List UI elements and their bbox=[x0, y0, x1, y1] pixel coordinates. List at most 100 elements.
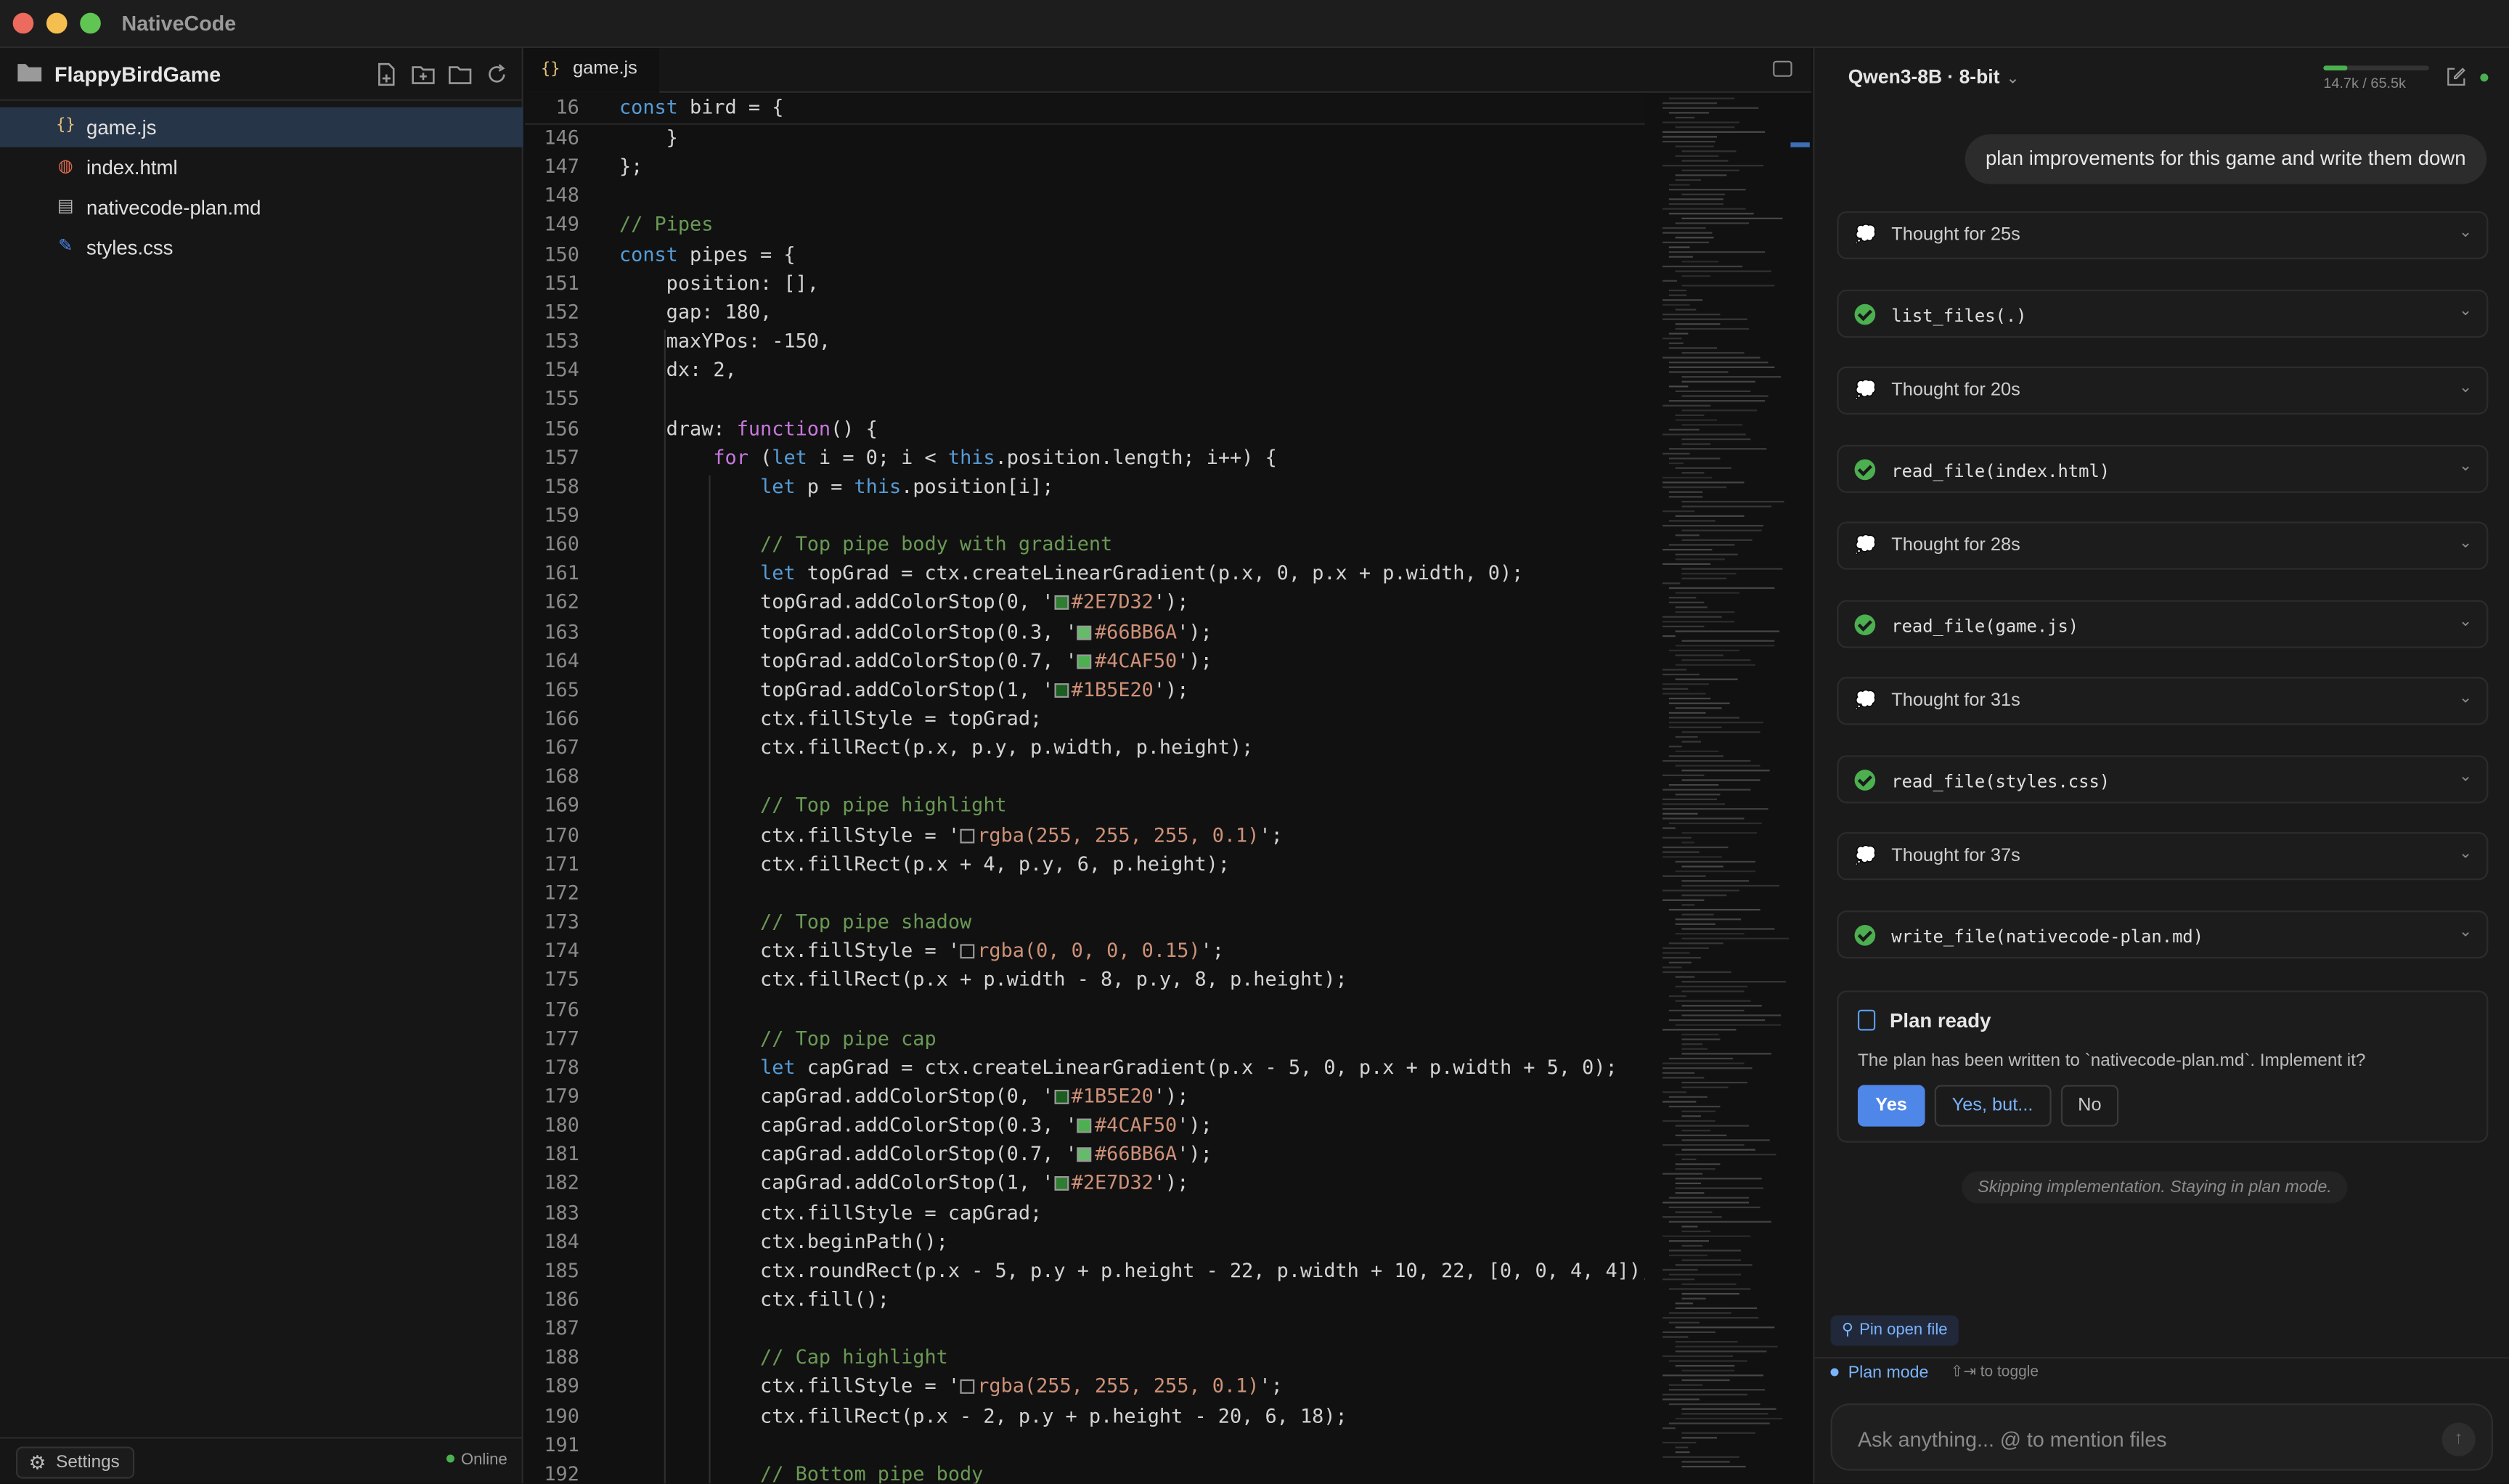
minimap-line bbox=[1681, 1005, 1762, 1007]
mode-bar: Plan mode ⇧⇥ to toggle bbox=[1814, 1357, 2509, 1386]
tab-game-js[interactable]: {} game.js bbox=[524, 48, 660, 93]
minimap-line bbox=[1663, 846, 1729, 849]
file-name: index.html bbox=[86, 155, 178, 179]
minimap-line bbox=[1681, 424, 1743, 426]
minimap-line bbox=[1663, 688, 1689, 690]
file-item[interactable]: ✎ styles.css bbox=[0, 227, 523, 267]
minimap-line bbox=[1681, 193, 1726, 195]
minimap-line bbox=[1681, 1115, 1701, 1117]
tool-call-step[interactable]: read_file(index.html) ⌄ bbox=[1837, 444, 2489, 492]
minimap-line bbox=[1681, 1038, 1721, 1040]
minimap-line bbox=[1681, 1081, 1747, 1084]
yes-button[interactable]: Yes bbox=[1857, 1085, 1925, 1127]
minimap-line bbox=[1681, 375, 1782, 378]
minimap-line bbox=[1681, 841, 1695, 844]
minimap-line bbox=[1681, 731, 1761, 733]
step-label: Thought for 37s bbox=[1891, 846, 2020, 866]
yes-but-button[interactable]: Yes, but... bbox=[1934, 1085, 2051, 1127]
minimap-line bbox=[1663, 232, 1713, 234]
file-item[interactable]: ▤ nativecode-plan.md bbox=[0, 187, 523, 227]
code-line: 155 bbox=[525, 388, 1645, 417]
js-file-icon: {} bbox=[56, 116, 76, 135]
minimap-line bbox=[1663, 510, 1695, 513]
chat-input[interactable] bbox=[1857, 1422, 2402, 1455]
code-area[interactable]: 16 const bird = {146 } 147}; 148 149// Pipes… bbox=[524, 94, 1645, 1484]
file-item[interactable]: {} game.js bbox=[0, 107, 523, 147]
code-text: dx: 2, bbox=[619, 359, 737, 381]
minimize-window-button[interactable] bbox=[46, 12, 68, 34]
chevron-down-icon: ⌄ bbox=[2458, 224, 2473, 242]
minimap-line bbox=[1681, 1259, 1742, 1261]
pin-icon: ⚲ bbox=[1841, 1321, 1854, 1340]
indent-guide bbox=[664, 330, 666, 1484]
minimap-line bbox=[1681, 472, 1705, 474]
close-window-button[interactable] bbox=[12, 12, 34, 34]
minimap-line bbox=[1663, 836, 1692, 839]
minimap[interactable] bbox=[1652, 94, 1812, 1484]
minimap-line bbox=[1668, 189, 1746, 191]
minimap-line bbox=[1681, 1033, 1719, 1036]
plan-text: The plan has been written to `nativecode… bbox=[1857, 1051, 2366, 1071]
thought-step[interactable]: 💭 Thought for 25s ⌄ bbox=[1837, 211, 2489, 260]
code-line: 190 ctx.fillRect(p.x - 2, p.y + p.height… bbox=[525, 1404, 1645, 1433]
context-bar-fill bbox=[2323, 65, 2347, 70]
plan-title: Plan ready bbox=[1890, 1009, 1991, 1032]
thought-step[interactable]: 💭 Thought for 31s ⌄ bbox=[1837, 677, 2489, 725]
pin-label: Pin open file bbox=[1859, 1321, 1948, 1340]
tool-call-step[interactable]: list_files(.) ⌄ bbox=[1837, 288, 2489, 337]
thought-step[interactable]: 💭 Thought for 28s ⌄ bbox=[1837, 521, 2489, 570]
no-button[interactable]: No bbox=[2060, 1085, 2119, 1127]
plan-mode-toggle[interactable]: Plan mode bbox=[1830, 1363, 1928, 1382]
new-file-icon[interactable] bbox=[373, 61, 400, 88]
line-number: 171 bbox=[544, 852, 579, 876]
settings-button[interactable]: ⚙ Settings bbox=[16, 1446, 134, 1479]
minimap-line bbox=[1675, 654, 1723, 656]
line-number: 183 bbox=[544, 1201, 579, 1224]
status-text: Online bbox=[460, 1451, 507, 1469]
new-chat-icon[interactable] bbox=[2447, 68, 2465, 86]
minimap-viewport[interactable] bbox=[1790, 142, 1810, 147]
minimap-line bbox=[1675, 794, 1721, 796]
code-line: 187 bbox=[525, 1317, 1645, 1346]
pin-open-file-button[interactable]: ⚲ Pin open file bbox=[1830, 1315, 1959, 1346]
minimap-line bbox=[1675, 918, 1742, 921]
thought-step[interactable]: 💭 Thought for 37s ⌄ bbox=[1837, 832, 2489, 881]
tool-call-step[interactable]: write_file(nativecode-plan.md) ⌄ bbox=[1837, 910, 2489, 958]
tool-call-step[interactable]: read_file(styles.css) ⌄ bbox=[1837, 754, 2489, 803]
code-line: 178 let capGrad = ctx.createLinearGradie… bbox=[525, 1056, 1645, 1085]
file-item[interactable]: ◍ index.html bbox=[0, 147, 523, 187]
minimap-line bbox=[1668, 333, 1689, 335]
tool-call-step[interactable]: read_file(game.js) ⌄ bbox=[1837, 599, 2489, 648]
code-text: // Top pipe highlight bbox=[619, 794, 1007, 818]
model-selector[interactable]: Qwen3-8B · 8-bit ⌄ bbox=[1848, 65, 2020, 88]
code-line: 189 ctx.fillStyle = ' rgba(255, 255, 255,… bbox=[525, 1375, 1645, 1404]
minimap-line bbox=[1668, 371, 1729, 373]
minimap-line bbox=[1668, 597, 1697, 599]
minimap-line bbox=[1668, 1422, 1770, 1424]
file-name: game.js bbox=[86, 115, 157, 139]
code-text: capGrad.addColorStop(0, ' #1B5E20'); bbox=[619, 1085, 1189, 1108]
minimap-line bbox=[1663, 1067, 1753, 1069]
line-number: 175 bbox=[544, 969, 579, 992]
code-text: let topGrad = ctx.createLinearGradient(p… bbox=[760, 562, 1524, 585]
maximize-window-button[interactable] bbox=[80, 12, 101, 34]
minimap-line bbox=[1668, 1255, 1708, 1257]
code-line: 179 capGrad.addColorStop(0, ' #1B5E20'); bbox=[525, 1085, 1645, 1114]
new-folder-icon[interactable] bbox=[409, 61, 436, 88]
thought-bubble-icon: 💭 bbox=[1854, 536, 1877, 555]
thought-step[interactable]: 💭 Thought for 20s ⌄ bbox=[1837, 366, 2489, 415]
code-editor: {} game.js 16 const bird = {146 } 147}; 148… bbox=[524, 48, 1812, 1484]
mode-label: Plan mode bbox=[1848, 1363, 1929, 1383]
line-number: 173 bbox=[544, 910, 579, 934]
connection-status: Online bbox=[446, 1451, 507, 1469]
refresh-icon[interactable] bbox=[484, 61, 510, 88]
code-text: ctx.fillRect(p.x, p.y, p.width, p.height… bbox=[619, 736, 1254, 759]
minimap-line bbox=[1681, 1244, 1703, 1247]
toggle-panel-icon[interactable] bbox=[1773, 60, 1792, 77]
minimap-line bbox=[1663, 971, 1731, 974]
code-line: 171 ctx.fillRect(p.x + 4, p.y, 6, p.heig… bbox=[525, 852, 1645, 881]
sticky-scroll-header[interactable]: 16 const bird = { bbox=[524, 94, 1645, 125]
open-folder-icon[interactable] bbox=[446, 61, 473, 88]
send-arrow-icon[interactable]: ↑ bbox=[2441, 1422, 2476, 1456]
code-line: 186 ctx.fill(); bbox=[525, 1288, 1645, 1317]
